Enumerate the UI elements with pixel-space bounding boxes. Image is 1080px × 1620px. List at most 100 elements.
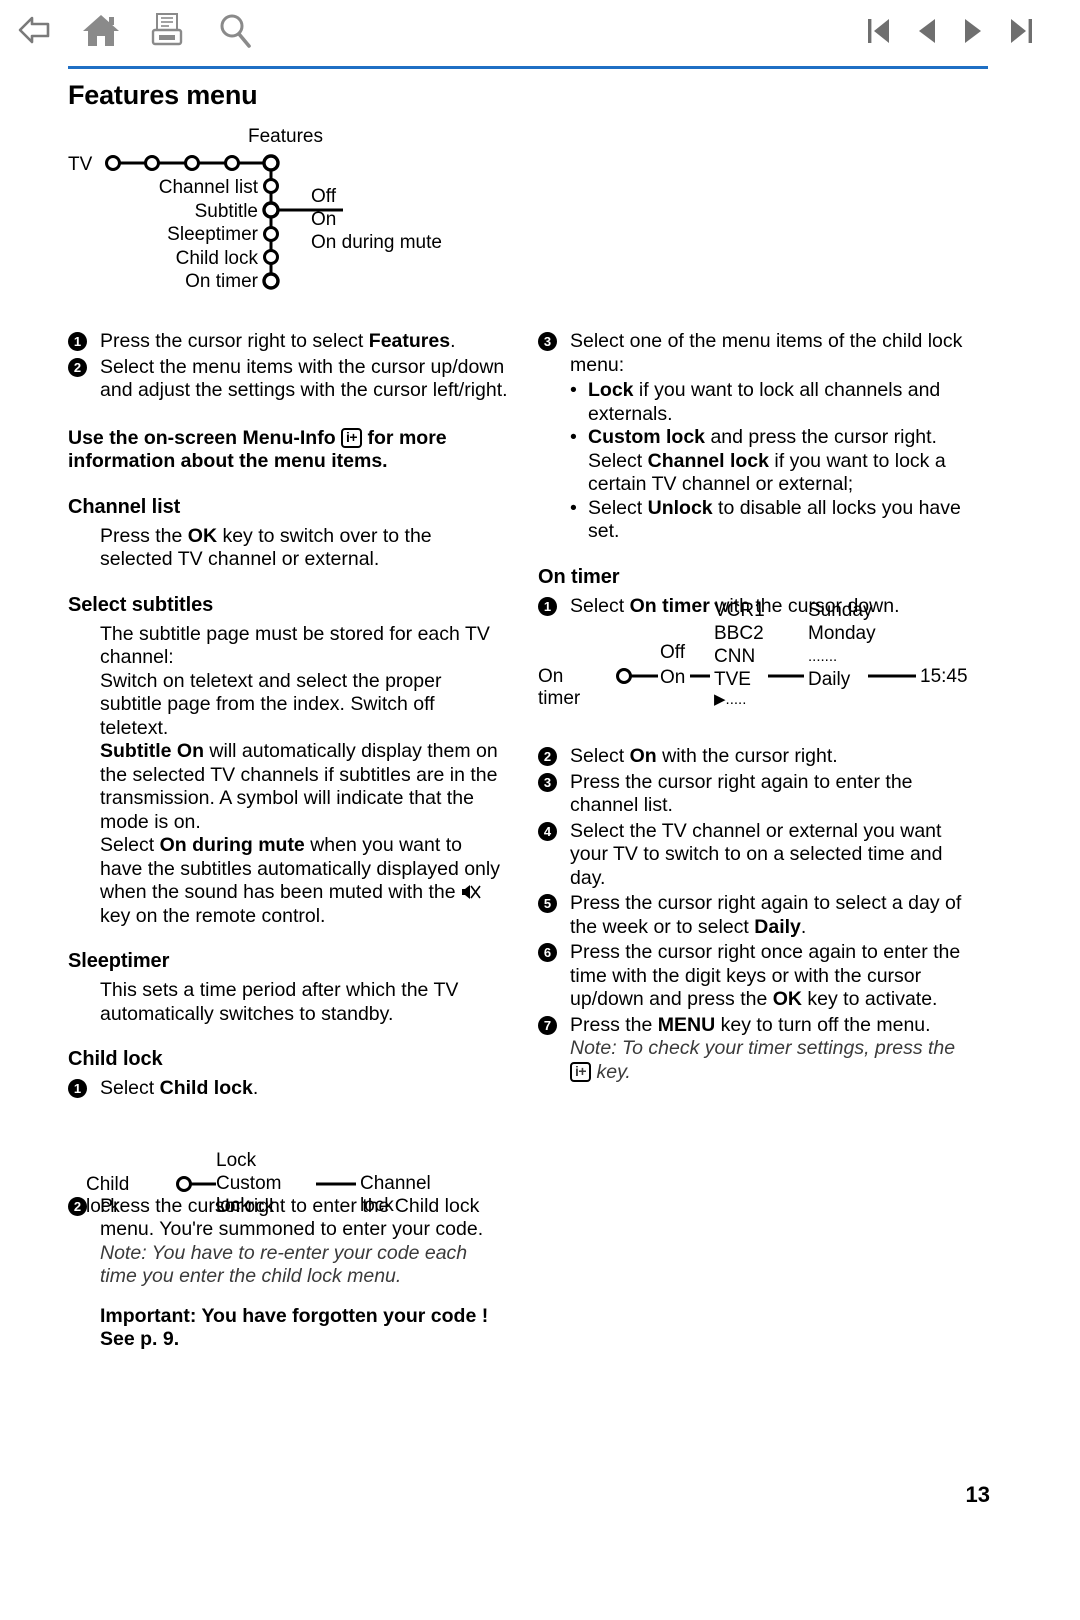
subtitles-para-1: The subtitle page must be stored for eac… bbox=[100, 622, 490, 669]
on-timer-step-6: 6 Press the cursor right once again to en… bbox=[538, 941, 978, 1012]
on-timer-diagram-root: On timer bbox=[538, 666, 581, 709]
on-timer-channel-more: ▶..... bbox=[714, 691, 747, 708]
child-lock-menu-step-3: 3 Select one of the menu items of the chi… bbox=[538, 330, 978, 377]
on-timer-step-7-end: key to turn off the menu. bbox=[715, 1013, 931, 1036]
child-lock-menu-item-lock-bold: Lock bbox=[588, 379, 634, 401]
step-number-1b: 1 bbox=[68, 1079, 87, 1098]
on-timer-channel-tve: TVE bbox=[714, 669, 751, 690]
on-timer-step-2: 2 Select On with the cursor right. bbox=[538, 745, 978, 769]
on-timer-step-4: 4 Select the TV channel or external you w… bbox=[538, 820, 978, 891]
subtitle-option-off: Off bbox=[311, 186, 336, 207]
print-icon[interactable] bbox=[144, 8, 190, 54]
child-lock-menu-item-custom-lock: Custom lock and press the cursor right. … bbox=[570, 426, 978, 497]
channel-list-ok-key: OK bbox=[187, 524, 218, 547]
previous-page-icon[interactable] bbox=[910, 12, 944, 50]
section-heading-on-timer: On timer bbox=[538, 565, 620, 588]
section-heading-channel-list: Channel list bbox=[68, 495, 181, 518]
step-number-4: 4 bbox=[538, 821, 557, 841]
on-timer-step-5-bold: Daily bbox=[754, 915, 801, 938]
subtitles-para-4-bold: On during mute bbox=[159, 834, 305, 856]
last-page-icon[interactable] bbox=[1004, 12, 1038, 50]
intro-step-1-text-b: . bbox=[450, 330, 456, 352]
intro-step-2-text: Select the menu items with the cursor up… bbox=[100, 355, 508, 402]
child-lock-step-1: 1 Select Child lock. bbox=[68, 1077, 508, 1101]
on-timer-note-pre: Note: To check your timer settings, pres… bbox=[570, 1037, 956, 1059]
on-timer-step-7-note: Note: To check your timer settings, pres… bbox=[570, 1037, 978, 1084]
on-timer-step-7: 7 Press the MENU key to turn off the menu… bbox=[538, 1014, 978, 1085]
child-lock-menu-item-lock-rest: if you want to lock all channels and ext… bbox=[588, 379, 941, 425]
subtitles-para-3: Subtitle On will automatically display t… bbox=[100, 740, 508, 834]
page-title: Features menu bbox=[68, 80, 258, 110]
subtitles-para-4-pre: Select bbox=[100, 834, 160, 856]
toolbar bbox=[0, 0, 1080, 62]
diagram-root-label: TV bbox=[68, 154, 93, 175]
on-timer-step-4-text: Select the TV channel or external you wa… bbox=[570, 819, 943, 889]
on-timer-step-2-pre: Select bbox=[570, 745, 630, 767]
home-icon[interactable] bbox=[78, 8, 124, 54]
step-number-5: 5 bbox=[538, 894, 557, 913]
on-timer-step-2-end: with the cursor right. bbox=[656, 745, 838, 767]
subtitles-para-2: Switch on teletext and select the proper… bbox=[100, 669, 442, 739]
child-lock-important-line2: See p. 9. bbox=[100, 1328, 180, 1350]
intro-step-2: 2 Select the menu items with the cursor u… bbox=[68, 356, 508, 403]
subtitles-para-4: Select On during mute when you want to h… bbox=[100, 834, 508, 928]
section-heading-select-subtitles: Select subtitles bbox=[68, 593, 214, 616]
child-lock-menu-item-custom-bold: Custom lock bbox=[588, 426, 706, 448]
on-timer-day-more: ....... bbox=[808, 648, 838, 665]
on-timer-time: 15:45 bbox=[920, 666, 968, 687]
channel-list-text-a: Press the bbox=[100, 524, 188, 547]
child-lock-important: Important: You have forgotten your code … bbox=[100, 1305, 508, 1352]
mute-icon bbox=[461, 883, 481, 901]
child-lock-option-unlock: Unlock bbox=[216, 1196, 275, 1217]
intro-step-1: 1 Press the cursor right to select Featur… bbox=[68, 330, 508, 354]
step-number-3: 3 bbox=[538, 332, 557, 351]
child-lock-step-1-bold: Child lock bbox=[159, 1077, 253, 1099]
diagram-child-sleeptimer: Sleeptimer bbox=[167, 224, 258, 245]
on-timer-step-2-bold: On bbox=[629, 745, 657, 767]
on-timer-day-sunday: Sunday bbox=[808, 600, 873, 621]
on-timer-option-off: Off bbox=[660, 642, 685, 663]
child-lock-important-line1: Important: You have forgotten your code … bbox=[100, 1304, 489, 1327]
next-page-icon[interactable] bbox=[956, 12, 990, 50]
child-lock-branch-channel-lock: Channel lock bbox=[360, 1173, 431, 1216]
child-lock-menu-step-3-text: Select one of the menu items of the chil… bbox=[570, 330, 963, 376]
child-lock-option-lock: Lock bbox=[216, 1150, 257, 1171]
features-menu-diagram: TV Features Channel list Subtitle Sleept… bbox=[68, 126, 498, 311]
toolbar-divider bbox=[68, 66, 988, 69]
on-timer-channel-vcr1: VCR1 bbox=[714, 600, 765, 621]
on-timer-step-7-bold: MENU bbox=[657, 1013, 716, 1036]
diagram-child-child-lock: Child lock bbox=[175, 248, 258, 269]
on-timer-channel-bbc2: BBC2 bbox=[714, 623, 764, 644]
search-icon[interactable] bbox=[212, 8, 258, 54]
on-timer-channel-cnn: CNN bbox=[714, 646, 756, 667]
subtitles-para-3-bold: Subtitle On bbox=[100, 740, 204, 762]
menu-info-paragraph: Use the on-screen Menu-Info i+ for more … bbox=[68, 427, 508, 474]
child-lock-menu-item-unlock-pre: Select bbox=[588, 496, 648, 519]
back-icon[interactable] bbox=[12, 8, 58, 54]
subtitle-option-on-during-mute: On during mute bbox=[311, 232, 442, 253]
child-lock-menu-item-unlock: Select Unlock to disable all locks you h… bbox=[570, 497, 978, 544]
on-timer-note-end: key. bbox=[591, 1060, 631, 1083]
on-timer-step-6-bold: OK bbox=[772, 988, 802, 1010]
diagram-head-label: Features bbox=[248, 126, 323, 147]
child-lock-step-1-pre: Select bbox=[100, 1077, 160, 1099]
diagram-child-on-timer: On timer bbox=[185, 271, 258, 292]
diagram-child-channel-list: Channel list bbox=[158, 177, 258, 198]
info-key-icon: i+ bbox=[341, 427, 363, 448]
child-lock-note: Note: You have to re-enter your code eac… bbox=[100, 1241, 468, 1288]
sleeptimer-body: This sets a time period after which the … bbox=[100, 979, 459, 1025]
on-timer-step-5-end: . bbox=[800, 915, 807, 938]
step-number-2c: 2 bbox=[538, 747, 557, 766]
child-lock-step-1-end: . bbox=[252, 1077, 259, 1099]
on-timer-step-5: 5 Press the cursor right again to select … bbox=[538, 892, 978, 939]
step-number-6: 6 bbox=[538, 943, 557, 962]
intro-step-1-text-a: Press the cursor right to select bbox=[100, 330, 369, 352]
on-timer-step-3-text: Press the cursor right again to enter th… bbox=[570, 770, 913, 817]
first-page-icon[interactable] bbox=[862, 12, 896, 50]
on-timer-step-3: 3 Press the cursor right again to enter t… bbox=[538, 771, 978, 818]
page-number: 13 bbox=[965, 1482, 990, 1507]
on-timer-step-6-end: key to activate. bbox=[801, 988, 938, 1010]
step-number-2: 2 bbox=[68, 357, 87, 377]
diagram-child-subtitle: Subtitle bbox=[194, 201, 258, 222]
channel-list-body: Press the OK key to switch over to the s… bbox=[100, 525, 508, 572]
